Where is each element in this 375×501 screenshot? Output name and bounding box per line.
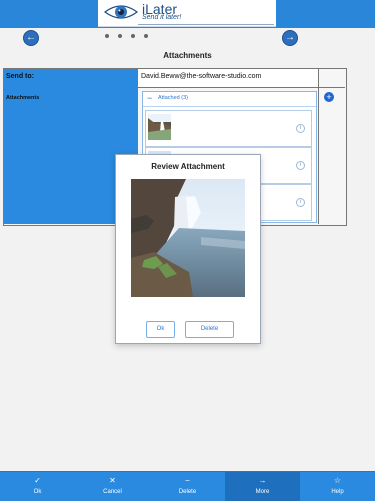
page-title: Attachments [163, 51, 212, 60]
bottom-tab-bar: ✓ Ok ✕ Cancel − Delete → More ☆ Help [0, 471, 375, 501]
tab-label: Cancel [103, 489, 122, 495]
arrow-right-icon: → [258, 476, 267, 485]
info-icon[interactable]: i [296, 161, 305, 170]
send-to-label: Send to: [6, 73, 34, 80]
dialog-ok-button[interactable]: Ok [146, 321, 175, 338]
eye-icon [104, 5, 138, 19]
attachment-thumbnail [148, 114, 171, 140]
arrow-right-icon: → [285, 32, 295, 43]
tab-label: Help [331, 489, 344, 495]
check-icon: ✓ [34, 476, 41, 485]
send-to-value-cell[interactable]: David.Beww@the-software-studio.com [138, 69, 319, 88]
tab-label: Delete [178, 489, 197, 495]
tab-delete[interactable]: − Delete [150, 472, 225, 501]
dialog-delete-button[interactable]: Delete [185, 321, 234, 338]
app-subtitle: Send it later! [142, 14, 182, 21]
previous-page-button[interactable]: ← [23, 30, 39, 46]
star-icon: ☆ [333, 476, 342, 485]
attached-label[interactable]: Attached (3) [158, 95, 188, 101]
tab-label: Ok [33, 489, 42, 495]
plus-icon: + [326, 92, 332, 102]
logo-underline [138, 24, 274, 25]
collapse-icon[interactable]: − [147, 93, 152, 103]
close-icon: ✕ [109, 476, 116, 485]
send-to-label-cell: Send to: [4, 69, 138, 88]
empty-cell [319, 69, 345, 88]
arrow-left-icon: ← [26, 32, 36, 43]
attachment-item[interactable]: i [145, 110, 312, 147]
tab-help[interactable]: ☆ Help [300, 472, 375, 501]
minus-icon: − [185, 476, 190, 485]
next-page-button[interactable]: → [282, 30, 298, 46]
tab-ok[interactable]: ✓ Ok [0, 472, 75, 501]
info-icon[interactable]: i [296, 198, 305, 207]
attached-header[interactable]: − Attached (3) [143, 92, 316, 107]
empty-cell [319, 88, 345, 224]
tab-more[interactable]: → More [225, 472, 300, 501]
dialog-title: Review Attachment [151, 162, 225, 171]
tab-label: More [255, 489, 270, 495]
add-attachment-button[interactable]: + [324, 92, 334, 102]
attachment-preview-image [131, 179, 245, 297]
review-attachment-dialog: Review Attachment Ok Delete [115, 154, 261, 344]
page-dot [131, 34, 135, 38]
attachments-label: Attachments [6, 95, 40, 101]
page-dot [144, 34, 148, 38]
page-dot [118, 34, 122, 38]
page-indicator [105, 34, 148, 38]
send-to-email[interactable]: David.Beww@the-software-studio.com [141, 73, 261, 80]
page-dot [105, 34, 109, 38]
tab-cancel[interactable]: ✕ Cancel [75, 472, 150, 501]
info-icon[interactable]: i [296, 124, 305, 133]
app-logo: iLater Send it later! [98, 0, 276, 27]
